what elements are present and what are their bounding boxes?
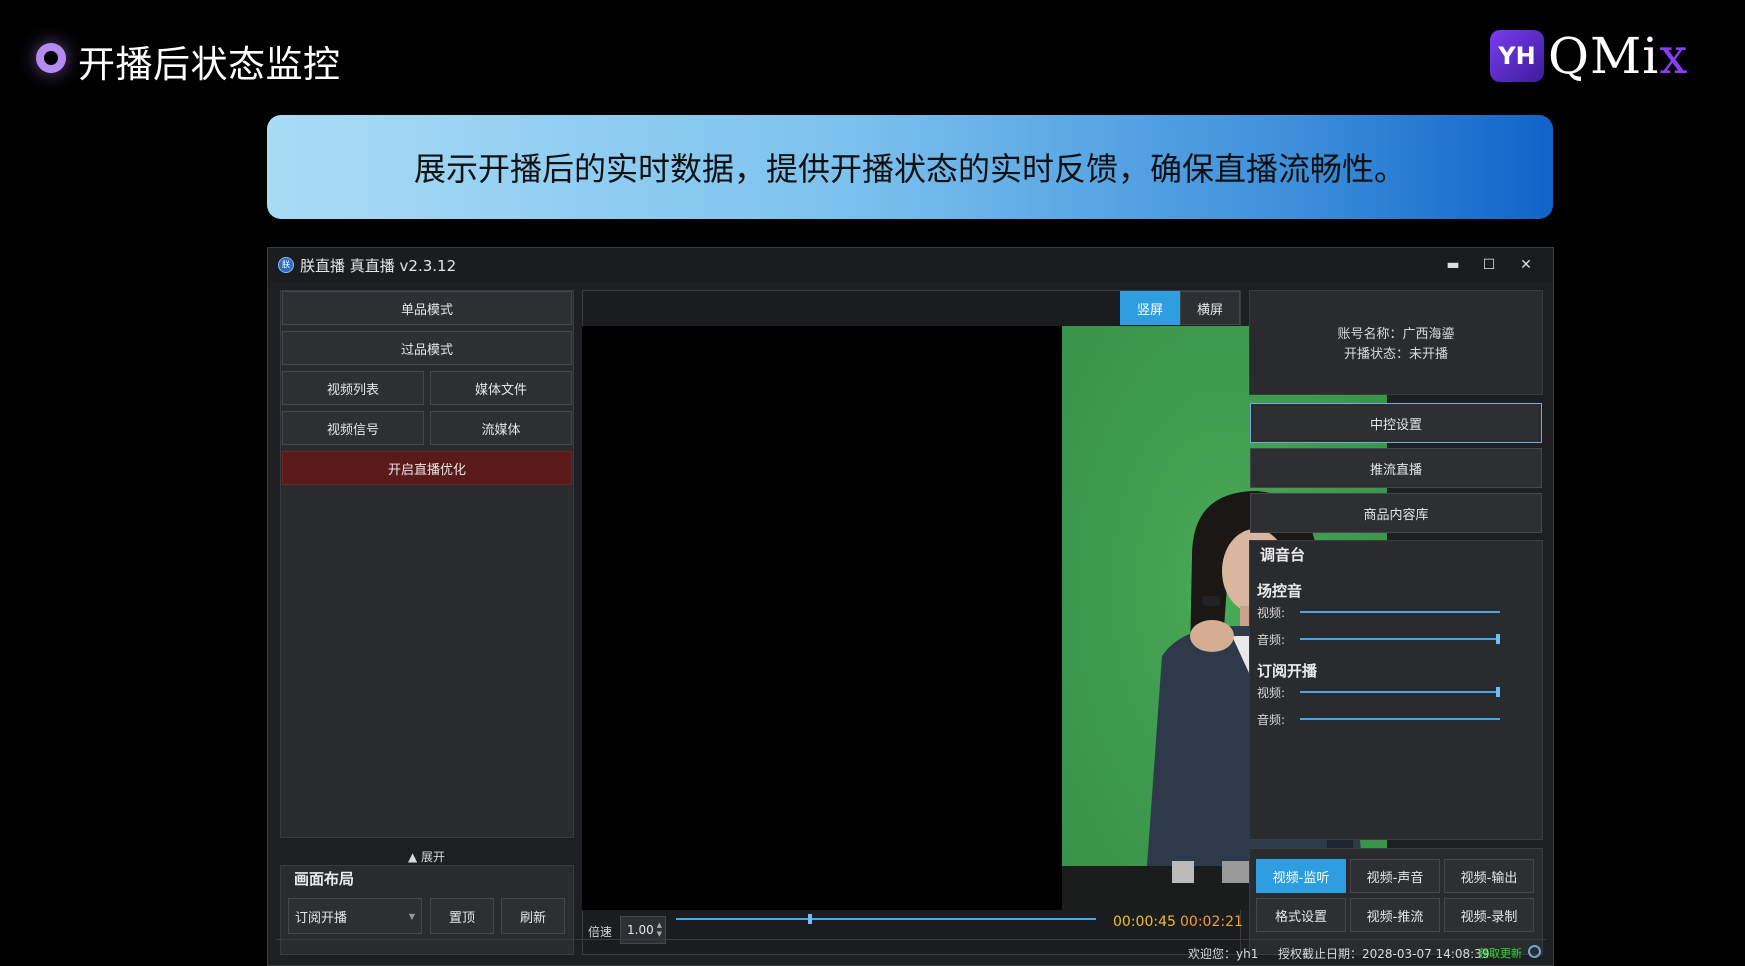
switch-product-mode-button[interactable]: 过品模式: [282, 331, 572, 365]
audio-level-label: 音频:: [1257, 633, 1286, 647]
title-bullet-icon: [36, 43, 66, 73]
mixer-group-name: 订阅开播: [1257, 662, 1318, 680]
get-update-link[interactable]: 获取更新: [1478, 945, 1522, 961]
brand-logo: YH QMix: [1490, 26, 1688, 86]
layout-select[interactable]: 订阅开播 ▼: [288, 898, 422, 934]
single-product-mode-button[interactable]: 单品模式: [282, 291, 572, 325]
time-total: 00:02:21: [1180, 914, 1243, 930]
video-level-knob[interactable]: [1496, 687, 1500, 697]
audio-level-slider[interactable]: [1300, 638, 1500, 640]
maximize-icon[interactable]: ☐: [1478, 254, 1500, 276]
expand-toggle[interactable]: ▲ 展开: [408, 848, 445, 865]
title-bar: 朕 朕直播 真直播 v2.3.12 ▬ ☐ ✕: [268, 248, 1553, 282]
video-monitor-button[interactable]: 视频-监听: [1256, 859, 1346, 893]
stream-media-button[interactable]: 流媒体: [430, 411, 572, 445]
logo-text: QMix: [1548, 27, 1689, 85]
refresh-button[interactable]: 刷新: [501, 898, 565, 934]
enable-live-optimize-button[interactable]: 开启直播优化: [282, 451, 572, 485]
stepper-arrows-icon[interactable]: ▲ ▼: [657, 921, 662, 939]
time-current: 00:00:45: [1113, 914, 1176, 930]
mixer-title: 调音台: [1260, 546, 1306, 564]
playback-progress-knob[interactable]: [808, 914, 813, 924]
media-file-button[interactable]: 媒体文件: [430, 371, 572, 405]
video-level-label: 视频:: [1257, 606, 1286, 620]
welcome-text: 欢迎您：yh1: [1188, 947, 1259, 961]
layout-title: 画面布局: [294, 870, 355, 888]
chevron-down-icon: ▼: [408, 911, 415, 921]
video-push-button[interactable]: 视频-推流: [1350, 898, 1440, 932]
video-preview: [582, 326, 1387, 910]
video-signal-button[interactable]: 视频信号: [282, 411, 424, 445]
description-banner: 展示开播后的实时数据，提供开播状态的实时反馈，确保直播流畅性。: [267, 115, 1553, 219]
control-settings-button[interactable]: 中控设置: [1250, 403, 1542, 443]
video-record-button[interactable]: 视频-录制: [1444, 898, 1534, 932]
video-level-label: 视频:: [1257, 686, 1286, 700]
audio-level-knob[interactable]: [1496, 634, 1500, 644]
close-icon[interactable]: ✕: [1515, 254, 1537, 276]
push-stream-button[interactable]: 推流直播: [1250, 448, 1542, 488]
format-settings-button[interactable]: 格式设置: [1256, 898, 1346, 932]
slide-title: 开播后状态监控: [78, 43, 341, 86]
app-window: 朕 朕直播 真直播 v2.3.12 ▬ ☐ ✕ 单品模式 过品模式 视频列表 媒…: [267, 247, 1554, 966]
layout-select-value: 订阅开播: [295, 910, 348, 926]
tab-portrait[interactable]: 竖屏: [1120, 291, 1180, 325]
speed-value: 1.00: [627, 923, 654, 937]
video-sound-button[interactable]: 视频-声音: [1350, 859, 1440, 893]
account-name: 账号名称：广西海鎏: [1337, 327, 1455, 342]
window-title: 朕直播 真直播 v2.3.12: [300, 256, 457, 275]
logo-mark-icon: YH: [1490, 30, 1544, 82]
app-logo-icon: 朕: [278, 257, 294, 273]
product-library-button[interactable]: 商品内容库: [1250, 493, 1542, 533]
mixer-group-name: 场控音: [1257, 582, 1303, 600]
video-level-slider[interactable]: [1300, 691, 1500, 693]
audio-level-label: 音频:: [1257, 713, 1286, 727]
video-output-button[interactable]: 视频-输出: [1444, 859, 1534, 893]
tab-landscape[interactable]: 横屏: [1180, 291, 1240, 325]
live-status: 开播状态：未开播: [1343, 347, 1448, 362]
video-list-button[interactable]: 视频列表: [282, 371, 424, 405]
video-level-slider[interactable]: [1300, 611, 1500, 613]
pin-top-button[interactable]: 置顶: [430, 898, 494, 934]
audio-level-slider[interactable]: [1300, 718, 1500, 720]
license-expiry: 授权截止日期：2028-03-07 14:08:39: [1278, 947, 1490, 961]
playback-progress-track[interactable]: [676, 918, 1096, 920]
settings-gear-icon[interactable]: [1528, 945, 1541, 958]
minimize-icon[interactable]: ▬: [1442, 254, 1464, 276]
speed-label: 倍速: [588, 925, 613, 939]
